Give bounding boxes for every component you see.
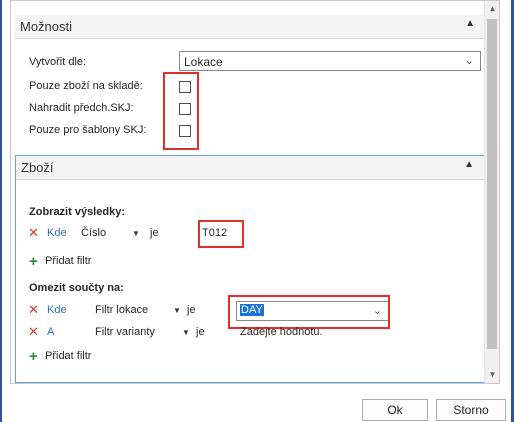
filter2-operator: je <box>187 304 196 316</box>
items-filter-panel: Zboží ▲ <box>15 155 485 383</box>
ok-button[interactable]: Ok <box>362 399 428 421</box>
filter3-value-placeholder[interactable]: Zadejte hodnotu. <box>240 326 323 338</box>
replace-label: Nahradit předch.SKJ: <box>29 102 134 114</box>
filter1-operator: je <box>150 227 159 239</box>
dialog-window: Možnosti ▲ Vytvořit dle: Lokace ⌄ Pouze … <box>0 0 514 422</box>
filter2-conjunction[interactable]: Kde <box>47 304 67 316</box>
add-filter-link-1[interactable]: Přidat filtr <box>45 255 91 267</box>
show-results-label: Zobrazit výsledky: <box>29 206 125 218</box>
remove-filter-icon[interactable]: ✕ <box>28 302 39 318</box>
items-section-title: Zboží <box>21 160 54 175</box>
filter3-operator: je <box>196 326 205 338</box>
create-by-label: Vytvořit dle: <box>29 56 87 68</box>
caret-down-icon[interactable]: ▼ <box>182 328 190 337</box>
checkbox-highlight-box <box>163 72 199 150</box>
chevron-up-icon[interactable]: ▲ <box>465 18 475 29</box>
filter1-conjunction[interactable]: Kde <box>47 227 67 239</box>
scrollbar-thumb[interactable] <box>487 19 497 349</box>
scroll-up-icon[interactable]: ▲ <box>485 1 499 17</box>
plus-icon[interactable]: + <box>29 349 38 364</box>
plus-icon[interactable]: + <box>29 254 38 269</box>
scroll-down-icon[interactable]: ▼ <box>485 367 499 383</box>
create-by-select[interactable]: Lokace ⌄ <box>179 51 481 71</box>
options-section-header[interactable]: Možnosti ▲ <box>15 15 485 39</box>
caret-down-icon[interactable]: ▼ <box>173 306 181 315</box>
chevron-down-icon[interactable]: ⌄ <box>465 54 474 67</box>
options-section-title: Možnosti <box>20 19 73 34</box>
caret-down-icon[interactable]: ▼ <box>132 229 140 238</box>
items-section-header[interactable]: Zboží ▲ <box>16 156 484 180</box>
cancel-button[interactable]: Storno <box>436 399 506 421</box>
remove-filter-icon[interactable]: ✕ <box>28 225 39 241</box>
remove-filter-icon[interactable]: ✕ <box>28 324 39 340</box>
options-scroll-panel: Možnosti ▲ Vytvořit dle: Lokace ⌄ Pouze … <box>10 0 500 384</box>
chevron-up-icon[interactable]: ▲ <box>464 159 474 170</box>
limit-totals-label: Omezit součty na: <box>29 282 124 294</box>
templates-label: Pouze pro šablony SKJ: <box>29 124 147 136</box>
create-by-value: Lokace <box>184 55 223 69</box>
vertical-scrollbar[interactable]: ▲ ▼ <box>484 1 499 383</box>
item-number-highlight-box <box>198 220 244 248</box>
location-highlight-box <box>228 295 390 329</box>
add-filter-link-2[interactable]: Přidat filtr <box>45 350 91 362</box>
filter1-field[interactable]: Číslo <box>81 227 106 239</box>
only-stock-label: Pouze zboží na skladě: <box>29 80 143 92</box>
window-border-left <box>0 0 2 422</box>
filter3-field[interactable]: Filtr varianty <box>95 326 155 338</box>
filter3-conjunction[interactable]: A <box>47 326 54 338</box>
filter2-field[interactable]: Filtr lokace <box>95 304 148 316</box>
